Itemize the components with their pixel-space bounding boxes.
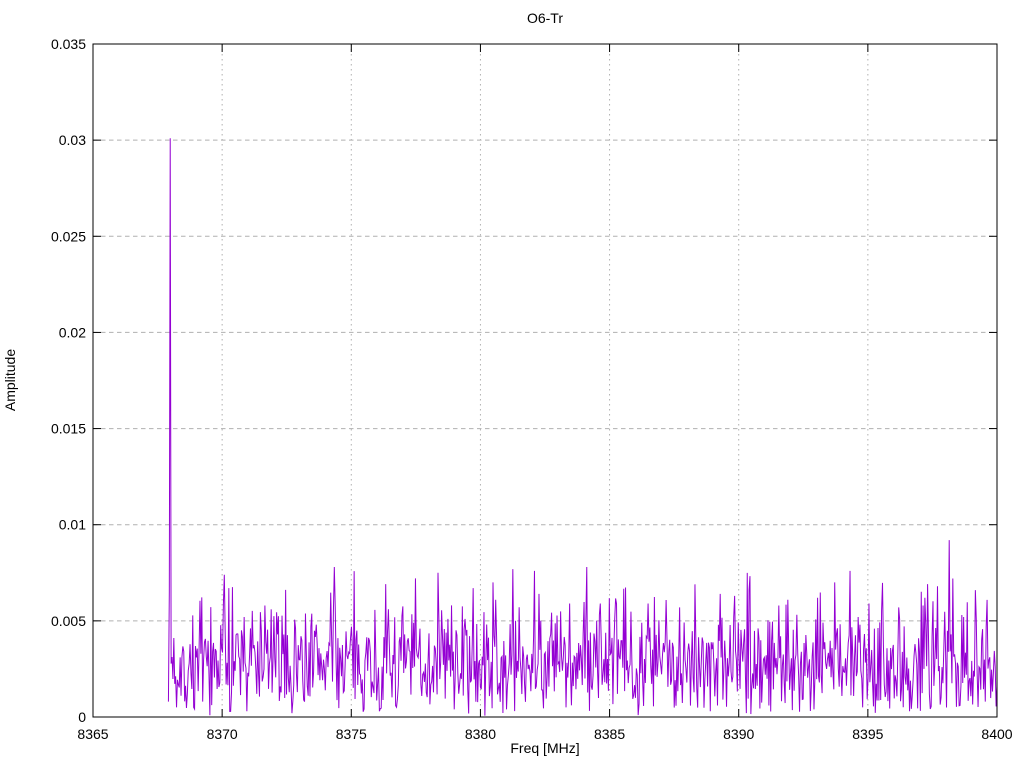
svg-text:8390: 8390	[723, 726, 754, 742]
svg-text:0.005: 0.005	[51, 613, 86, 629]
svg-text:0.03: 0.03	[59, 132, 86, 148]
svg-text:0.015: 0.015	[51, 421, 86, 437]
spectrum-plot: 8365 8370 8375 8380 8385 8390 8395 8400 0 0.005 0.…	[51, 36, 1013, 742]
svg-text:0.035: 0.035	[51, 36, 86, 52]
svg-text:8380: 8380	[465, 726, 496, 742]
svg-text:0.025: 0.025	[51, 228, 86, 244]
gnuplot-window: O6-Tr Amplitude Freq [MHz] 8365 8370 8375 8…	[0, 0, 1024, 768]
signal-trace	[167, 138, 998, 716]
svg-text:8375: 8375	[336, 726, 367, 742]
svg-text:8385: 8385	[594, 726, 625, 742]
svg-text:0.01: 0.01	[59, 517, 86, 533]
svg-text:8400: 8400	[981, 726, 1012, 742]
svg-text:8370: 8370	[207, 726, 238, 742]
svg-text:0.02: 0.02	[59, 324, 86, 340]
svg-text:8395: 8395	[852, 726, 883, 742]
svg-text:0: 0	[78, 709, 86, 725]
svg-text:8365: 8365	[77, 726, 108, 742]
